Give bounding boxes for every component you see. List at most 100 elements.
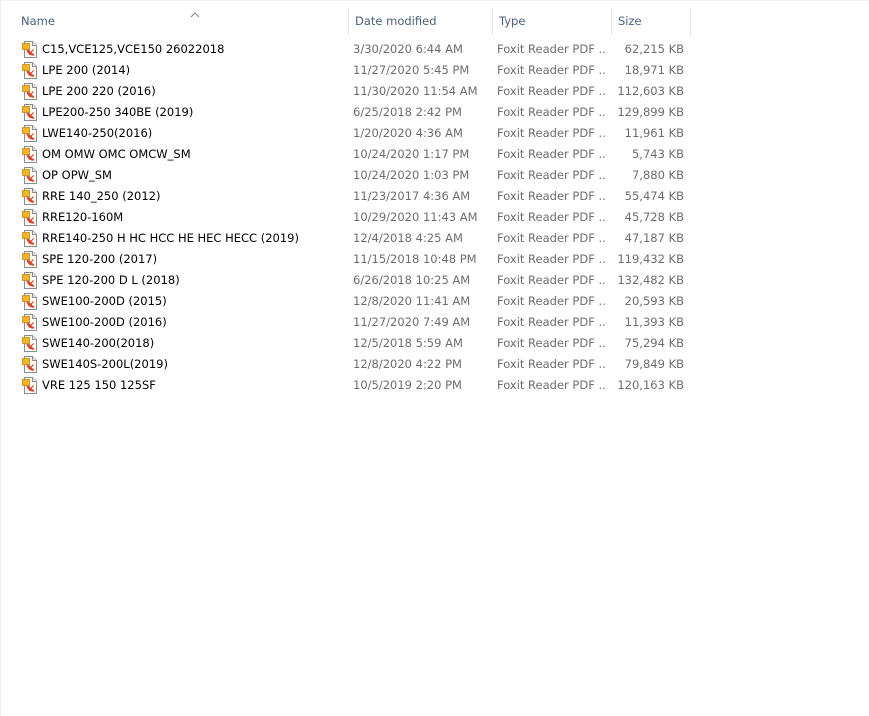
column-header-type[interactable]: Type [492,8,611,35]
file-row[interactable]: RRE 140_250 (2012) 11/23/2017 4:36 AM Fo… [1,186,869,207]
file-row[interactable]: OP OPW_SM 10/24/2020 1:03 PM Foxit Reade… [1,165,869,186]
file-name: OP OPW_SM [42,168,112,182]
file-type: Foxit Reader PDF ... [497,357,607,371]
file-size: 129,899 KB [617,105,684,119]
file-type: Foxit Reader PDF ... [497,273,607,287]
column-header-name-label: Name [21,14,55,28]
file-size: 75,294 KB [624,336,684,350]
file-size: 132,482 KB [617,273,684,287]
file-row[interactable]: RRE120-160M 10/29/2020 11:43 AM Foxit Re… [1,207,869,228]
file-date-modified: 10/24/2020 1:03 PM [353,168,470,182]
file-size: 20,593 KB [624,294,684,308]
file-type: Foxit Reader PDF ... [497,210,607,224]
file-date-modified: 10/5/2019 2:20 PM [353,378,462,392]
file-name: SWE140-200(2018) [42,336,155,350]
pdf-file-icon [22,167,37,184]
pdf-file-icon [22,335,37,352]
sort-ascending-icon [190,12,200,18]
file-size: 62,215 KB [624,42,684,56]
file-type: Foxit Reader PDF ... [497,315,607,329]
file-row[interactable]: LPE 200 220 (2016) 11/30/2020 11:54 AM F… [1,81,869,102]
file-name: SWE140S-200L(2019) [42,357,168,371]
file-size: 5,743 KB [631,147,684,161]
file-row[interactable]: SPE 120-200 (2017) 11/15/2018 10:48 PM F… [1,249,869,270]
file-name: SWE100-200D (2015) [42,294,167,308]
pdf-file-icon [22,314,37,331]
file-size: 112,603 KB [617,84,684,98]
file-name: LPE200-250 340BE (2019) [42,105,194,119]
file-type: Foxit Reader PDF ... [497,378,607,392]
file-date-modified: 3/30/2020 6:44 AM [353,42,463,56]
file-date-modified: 10/29/2020 11:43 AM [353,210,478,224]
file-name: C15,VCE125,VCE150 26022018 [42,42,225,56]
file-row[interactable]: LWE140-250(2016) 1/20/2020 4:36 AM Foxit… [1,123,869,144]
pdf-file-icon [22,188,37,205]
file-row[interactable]: SWE140-200(2018) 12/5/2018 5:59 AM Foxit… [1,333,869,354]
column-header-type-label: Type [499,14,526,28]
file-row[interactable]: SWE100-200D (2016) 11/27/2020 7:49 AM Fo… [1,312,869,333]
file-row[interactable]: LPE200-250 340BE (2019) 6/25/2018 2:42 P… [1,102,869,123]
file-size: 47,187 KB [624,231,684,245]
file-date-modified: 12/4/2018 4:25 AM [353,231,463,245]
pdf-file-icon [22,146,37,163]
file-name: OM OMW OMC OMCW_SM [42,147,191,161]
file-row[interactable]: LPE 200 (2014) 11/27/2020 5:45 PM Foxit … [1,60,869,81]
file-size: 119,432 KB [617,252,684,266]
pdf-file-icon [22,104,37,121]
file-row[interactable]: C15,VCE125,VCE150 26022018 3/30/2020 6:4… [1,39,869,60]
pdf-file-icon [22,377,37,394]
column-header-date-label: Date modified [355,14,437,28]
column-header-name[interactable]: Name [15,8,348,35]
file-name: LWE140-250(2016) [42,126,153,140]
file-size: 11,961 KB [624,126,684,140]
pdf-file-icon [22,251,37,268]
column-header-size-label: Size [618,14,642,28]
pdf-file-icon [22,83,37,100]
column-header-size[interactable]: Size [611,8,691,35]
file-date-modified: 12/8/2020 4:22 PM [353,357,462,371]
column-header-date[interactable]: Date modified [348,8,492,35]
file-type: Foxit Reader PDF ... [497,189,607,203]
file-type: Foxit Reader PDF ... [497,84,607,98]
file-name: RRE140-250 H HC HCC HE HEC HECC (2019) [42,231,299,245]
file-name: LPE 200 (2014) [42,63,131,77]
file-date-modified: 11/30/2020 11:54 AM [353,84,478,98]
file-row[interactable]: SPE 120-200 D L (2018) 6/26/2018 10:25 A… [1,270,869,291]
file-date-modified: 6/25/2018 2:42 PM [353,105,462,119]
file-date-modified: 6/26/2018 10:25 AM [353,273,471,287]
file-type: Foxit Reader PDF ... [497,105,607,119]
file-row[interactable]: VRE 125 150 125SF 10/5/2019 2:20 PM Foxi… [1,375,869,396]
pdf-file-icon [22,230,37,247]
pdf-file-icon [22,62,37,79]
file-name: SPE 120-200 (2017) [42,252,158,266]
file-row[interactable]: RRE140-250 H HC HCC HE HEC HECC (2019) 1… [1,228,869,249]
file-type: Foxit Reader PDF ... [497,252,607,266]
file-date-modified: 11/27/2020 5:45 PM [353,63,470,77]
file-date-modified: 12/8/2020 11:41 AM [353,294,471,308]
file-size: 79,849 KB [624,357,684,371]
column-header-bar: Name Date modified Type Size [1,1,869,41]
file-rows: C15,VCE125,VCE150 26022018 3/30/2020 6:4… [1,39,869,396]
file-row[interactable]: SWE100-200D (2015) 12/8/2020 11:41 AM Fo… [1,291,869,312]
file-name: SWE100-200D (2016) [42,315,167,329]
file-row[interactable]: OM OMW OMC OMCW_SM 10/24/2020 1:17 PM Fo… [1,144,869,165]
file-name: RRE 140_250 (2012) [42,189,161,203]
file-date-modified: 11/27/2020 7:49 AM [353,315,471,329]
file-name: LPE 200 220 (2016) [42,84,156,98]
pdf-file-icon [22,272,37,289]
file-date-modified: 11/23/2017 4:36 AM [353,189,471,203]
file-date-modified: 10/24/2020 1:17 PM [353,147,470,161]
file-size: 45,728 KB [624,210,684,224]
file-type: Foxit Reader PDF ... [497,42,607,56]
file-name: SPE 120-200 D L (2018) [42,273,180,287]
pdf-file-icon [22,209,37,226]
file-type: Foxit Reader PDF ... [497,231,607,245]
file-type: Foxit Reader PDF ... [497,294,607,308]
pdf-file-icon [22,356,37,373]
file-list-pane[interactable]: Name Date modified Type Size C15,VCE125,… [0,0,869,716]
file-size: 120,163 KB [617,378,684,392]
file-date-modified: 12/5/2018 5:59 AM [353,336,463,350]
file-row[interactable]: SWE140S-200L(2019) 12/8/2020 4:22 PM Fox… [1,354,869,375]
file-type: Foxit Reader PDF ... [497,63,607,77]
file-size: 7,880 KB [631,168,684,182]
